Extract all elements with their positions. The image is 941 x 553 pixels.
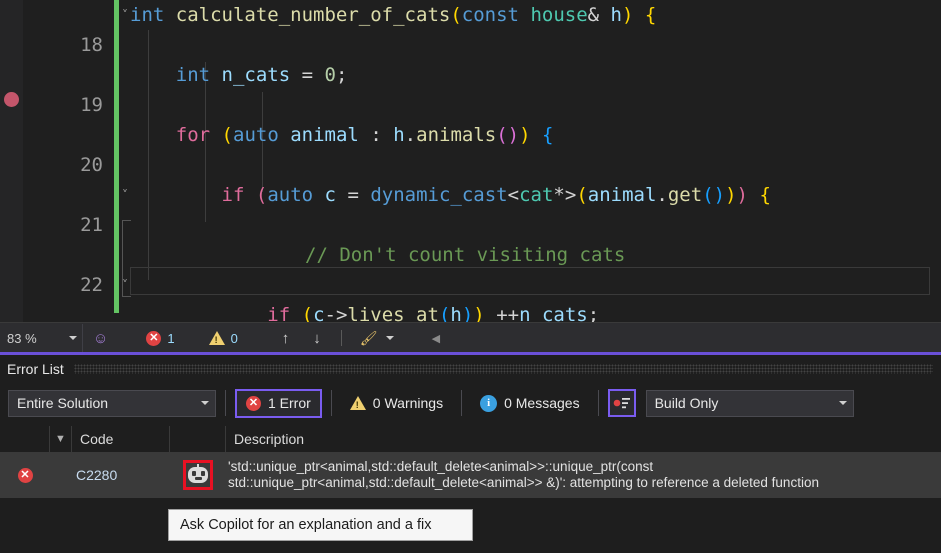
divider — [341, 330, 342, 346]
error-filter-icon — [613, 395, 631, 411]
code-text: int n_cats = 0; — [130, 60, 347, 90]
row-description: 'std::unique_ptr<animal,std::default_del… — [226, 452, 941, 498]
warning-count-value: 0 — [231, 331, 238, 346]
messages-toggle-button[interactable]: i 0 Messages — [471, 389, 588, 418]
chevron-down-icon[interactable] — [69, 336, 77, 340]
copilot-button-highlight[interactable] — [183, 460, 213, 490]
info-icon: i — [480, 395, 497, 412]
copilot-antenna — [197, 464, 199, 468]
code-editor[interactable]: 18 ˅ int calculate_number_of_cats(const … — [0, 0, 941, 322]
column-header-sort-indicator[interactable]: ▼ — [50, 426, 72, 452]
chevron-down-icon[interactable]: ˅ — [122, 0, 128, 30]
collapse-panel-button[interactable]: ◀ — [432, 332, 440, 345]
line-number: 18 — [23, 30, 103, 60]
previous-issue-button[interactable]: ↑ — [270, 330, 302, 347]
line-number: 20 — [23, 150, 103, 180]
error-count-indicator[interactable]: ✕ 1 — [136, 331, 184, 346]
code-text: if (auto c = dynamic_cast<cat*>(animal.g… — [130, 180, 771, 210]
description-line-2: std::unique_ptr<animal,std::default_dele… — [228, 475, 819, 491]
column-header-severity[interactable] — [0, 426, 50, 452]
error-list-title-bar[interactable]: Error List — [0, 355, 941, 382]
description-line-1: 'std::unique_ptr<animal,std::default_del… — [228, 459, 653, 475]
copilot-tooltip: Ask Copilot for an explanation and a fix — [168, 509, 473, 541]
next-issue-button[interactable]: ↓ — [301, 330, 333, 347]
divider — [598, 390, 599, 416]
code-line[interactable]: 18 ˅ int calculate_number_of_cats(const … — [0, 0, 941, 30]
scope-filter-dropdown[interactable]: Entire Solution — [8, 390, 216, 417]
line-number: 21 — [23, 210, 103, 240]
code-text: if (c->lives_at(h)) ++n_cats; — [130, 300, 599, 322]
divider — [331, 390, 332, 416]
messages-toggle-label: 0 Messages — [504, 395, 579, 411]
divider — [461, 390, 462, 416]
tooltip-text: Ask Copilot for an explanation and a fix — [180, 517, 431, 533]
code-line[interactable]: 19 int n_cats = 0; — [0, 60, 941, 90]
warning-icon — [350, 396, 366, 410]
code-text: for (auto animal : h.animals()) { — [130, 120, 553, 150]
code-comment: // Don't count visiting cats — [305, 240, 625, 270]
current-line-highlight — [130, 267, 930, 295]
warnings-toggle-label: 0 Warnings — [373, 395, 443, 411]
code-line[interactable]: 23 if (c->lives_at(h)) ++n_cats; — [0, 300, 941, 322]
line-number: 19 — [23, 90, 103, 120]
table-row[interactable]: ✕ C2280 'std::unique_ptr<animal,std::def… — [0, 452, 941, 498]
accessibility-icon[interactable]: ☺ — [83, 330, 118, 347]
copilot-icon[interactable] — [188, 467, 208, 483]
chevron-down-icon[interactable] — [839, 401, 847, 405]
error-list-toolbar: Entire Solution ✕ 1 Error 0 Warnings i 0… — [0, 382, 941, 424]
row-spacer — [50, 452, 72, 498]
code-line[interactable]: 20 ˅ for (auto animal : h.animals()) { — [0, 120, 941, 150]
chevron-down-icon[interactable] — [386, 336, 394, 340]
chevron-down-icon[interactable] — [201, 401, 209, 405]
visual-studio-window: 18 ˅ int calculate_number_of_cats(const … — [0, 0, 941, 553]
zoom-level-dropdown[interactable]: 83 % — [0, 324, 83, 352]
column-header-code[interactable]: Code — [72, 426, 170, 452]
code-line[interactable]: 21 ˅ if (auto c = dynamic_cast<cat*>(ani… — [0, 180, 941, 210]
error-icon: ✕ — [146, 331, 161, 346]
code-line[interactable]: 22 // Don't count visiting cats — [0, 240, 941, 270]
row-severity: ✕ — [0, 452, 50, 498]
build-filter-value: Build Only — [655, 395, 719, 411]
warnings-toggle-button[interactable]: 0 Warnings — [341, 389, 452, 418]
divider — [225, 390, 226, 416]
code-text: int calculate_number_of_cats(const house… — [130, 0, 656, 30]
row-action[interactable] — [170, 452, 226, 498]
scope-filter-value: Entire Solution — [17, 395, 108, 411]
warning-icon — [209, 331, 225, 345]
error-filter-button[interactable] — [608, 389, 636, 417]
line-number: 22 — [23, 270, 103, 300]
errors-toggle-button[interactable]: ✕ 1 Error — [235, 389, 322, 418]
editor-status-bar: 83 % ☺ ✕ 1 0 ↑ ↓ 🖌 ◀ — [0, 322, 941, 353]
error-count-value: 1 — [167, 331, 174, 346]
warning-count-indicator[interactable]: 0 — [199, 331, 248, 346]
error-list-header-row: ▼ Code Description — [0, 426, 941, 453]
chevron-down-icon[interactable]: ˅ — [122, 270, 128, 300]
zoom-level-value: 83 % — [7, 331, 37, 346]
errors-toggle-label: 1 Error — [268, 395, 311, 411]
column-header-action[interactable] — [170, 426, 226, 452]
panel-title-label: Error List — [0, 361, 64, 377]
build-filter-dropdown[interactable]: Build Only — [646, 390, 854, 417]
drag-grip[interactable] — [74, 364, 933, 374]
column-header-description[interactable]: Description — [226, 426, 941, 452]
code-cleanup-broom-icon[interactable]: 🖌 — [360, 330, 378, 347]
row-code: C2280 — [72, 452, 170, 498]
error-icon: ✕ — [246, 396, 261, 411]
error-icon: ✕ — [18, 468, 33, 483]
